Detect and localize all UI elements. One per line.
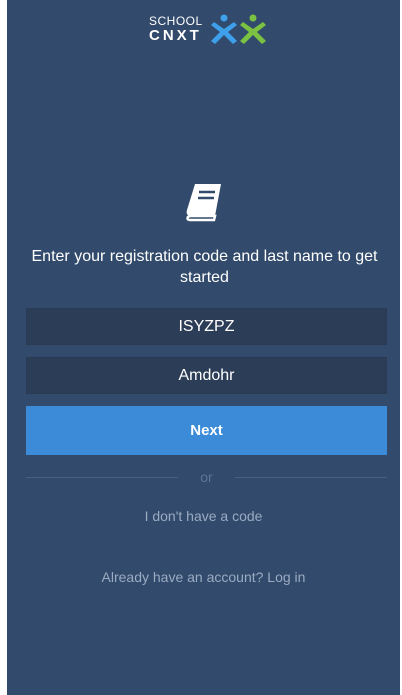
divider-left [26, 477, 178, 478]
login-screen: SCHOOL CNXT Enter your registration code… [7, 0, 400, 695]
divider-right [235, 477, 387, 478]
registration-code-input[interactable] [26, 308, 387, 345]
instruction-heading: Enter your registration code and last na… [31, 248, 378, 286]
login-link[interactable]: Already have an account? Log in [7, 569, 400, 585]
or-separator: or [200, 469, 213, 485]
no-code-link[interactable]: I don't have a code [7, 508, 400, 524]
book-icon [186, 184, 221, 222]
people-x-icon [211, 14, 266, 44]
logo-school-text: SCHOOL [149, 14, 203, 28]
logo-cnxt-text: CNXT [149, 27, 202, 44]
next-button[interactable]: Next [26, 406, 387, 455]
last-name-input[interactable] [26, 357, 387, 394]
app-logo: SCHOOL CNXT [149, 14, 273, 44]
